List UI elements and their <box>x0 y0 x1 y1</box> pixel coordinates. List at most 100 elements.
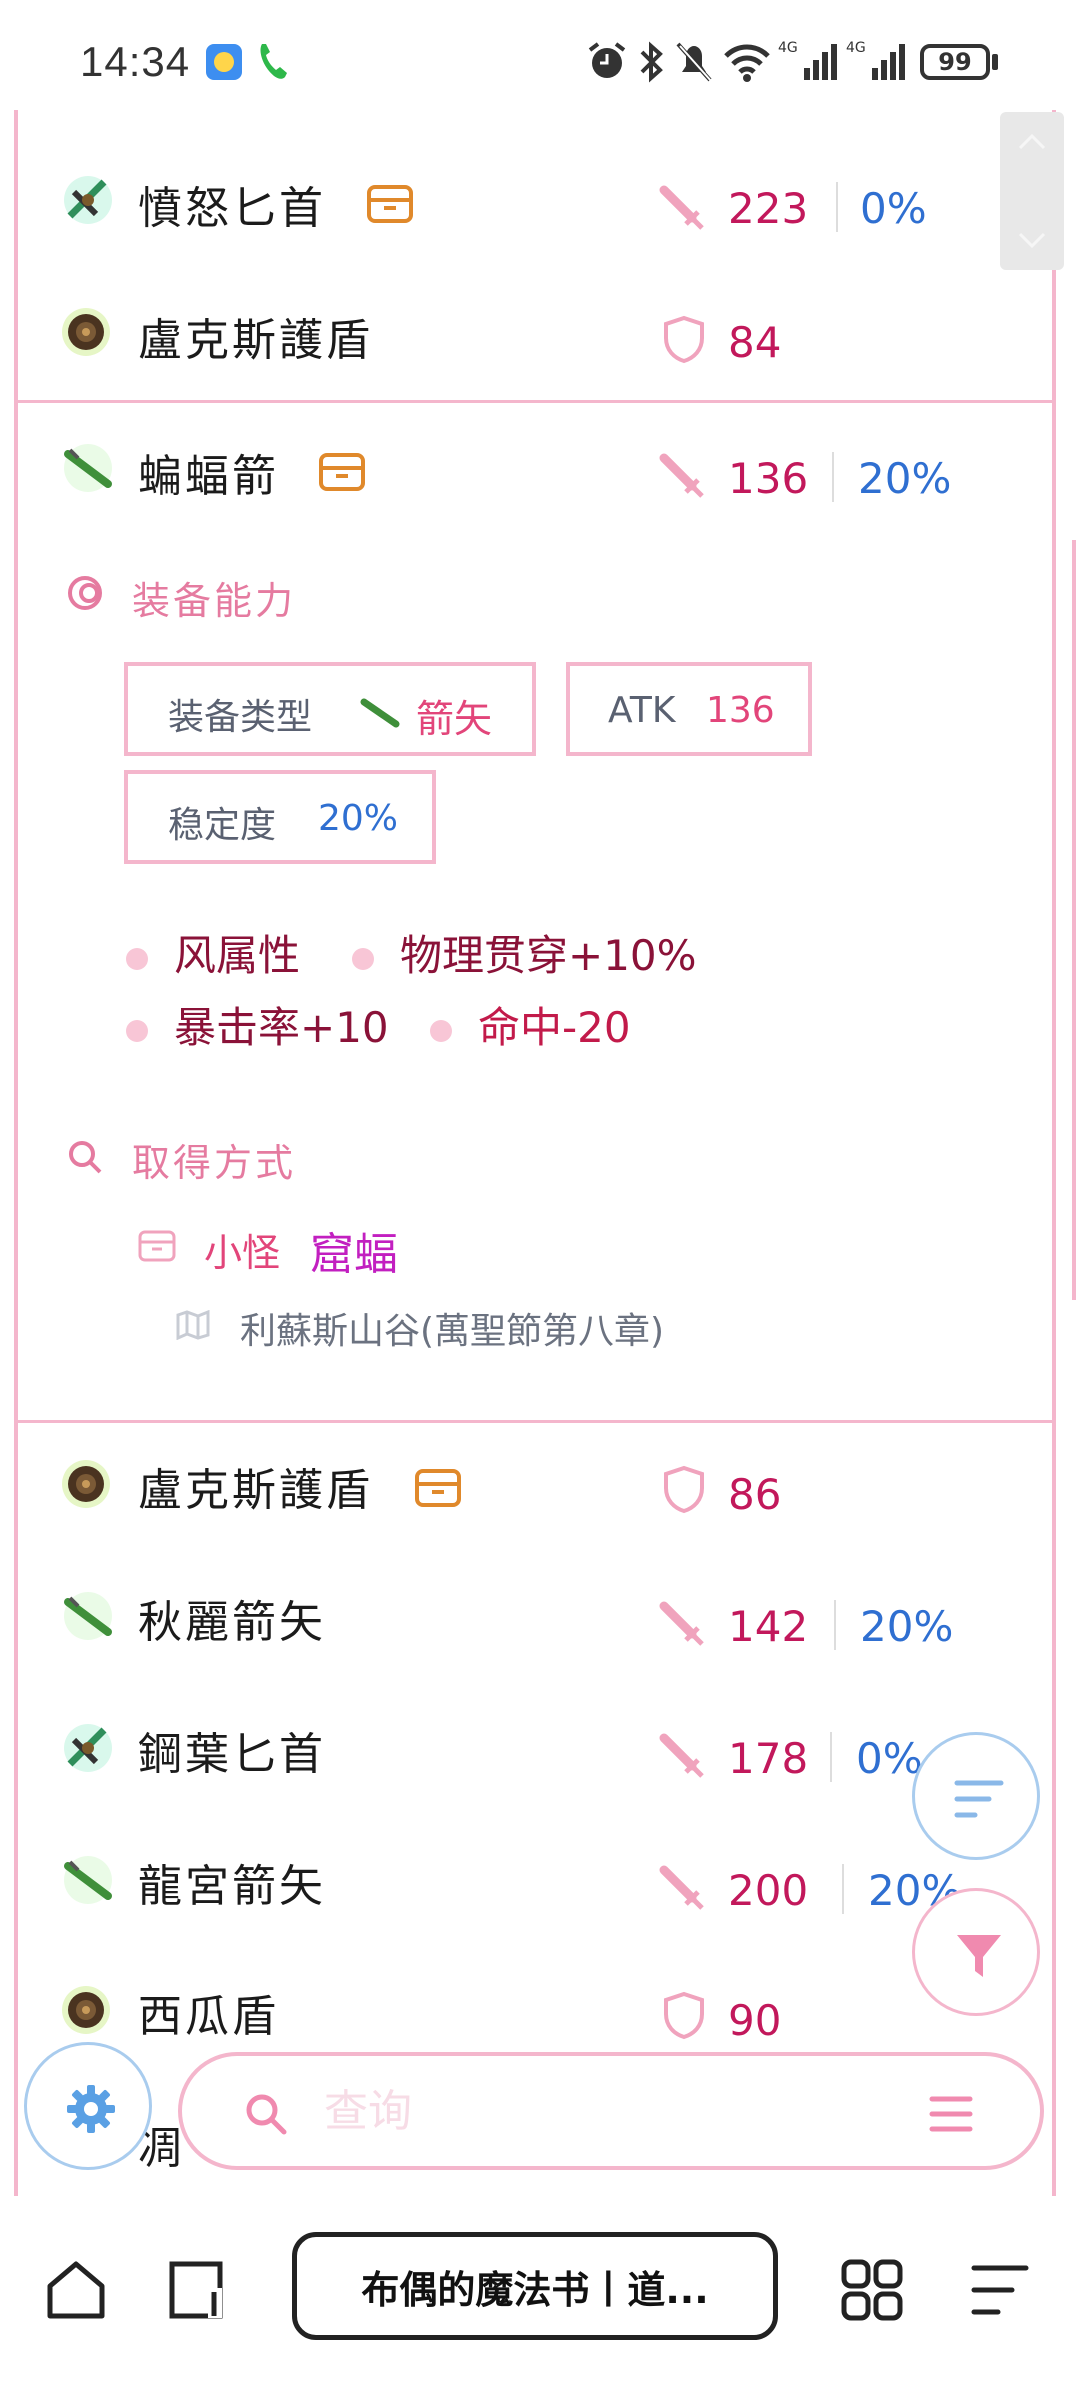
def-value: 86 <box>728 1470 782 1519</box>
attribute-item: 风属性 <box>174 931 301 980</box>
item-name: 盧克斯護盾 <box>138 315 373 366</box>
list-item[interactable]: 鋼葉匕首 178 0% <box>18 1698 1048 1808</box>
item-name: 西瓜盾 <box>138 1991 279 2042</box>
atk-value: 142 <box>728 1602 809 1651</box>
svg-text:4G: 4G <box>778 40 798 56</box>
section-title-acquire: 取得方式 <box>132 1141 297 1185</box>
wifi-icon <box>722 40 772 88</box>
bullet-dot <box>126 948 148 970</box>
search-input[interactable] <box>322 2078 886 2144</box>
list-item[interactable]: 龍宮箭矢 200 20% <box>18 1830 1048 1940</box>
alarm-icon <box>586 40 628 86</box>
arrow-item-icon <box>60 440 116 500</box>
section-title-ability: 装备能力 <box>132 579 297 623</box>
list-item[interactable]: 盧克斯護盾 86 <box>18 1434 1048 1544</box>
stability-value: 20% <box>860 1602 954 1651</box>
battery-level: 99 <box>938 48 972 76</box>
shield-item-icon <box>60 1984 112 2040</box>
scrollbar-thumb[interactable] <box>1000 112 1064 270</box>
browser-tab-title[interactable]: 布偶的魔法书丨道... <box>292 2232 778 2340</box>
stat-separator <box>832 452 834 502</box>
dagger-icon <box>60 1720 116 1780</box>
list-border-right <box>1052 110 1056 2220</box>
atk-value: 178 <box>728 1734 809 1783</box>
sort-button[interactable] <box>912 1732 1040 1860</box>
item-name: 憤怒匕首 <box>138 183 326 234</box>
sword-icon <box>658 184 704 234</box>
row-divider <box>18 400 1052 403</box>
item-name: 秋麗箭矢 <box>138 1597 326 1648</box>
item-name: 盧克斯護盾 <box>138 1465 373 1516</box>
apps-grid-icon[interactable] <box>840 2258 904 2326</box>
shield-item-icon <box>60 306 112 362</box>
battery-icon: 99 <box>920 44 990 80</box>
sword-icon <box>658 1732 704 1782</box>
box-icon <box>138 1230 176 1266</box>
signal-icon-2: 4G <box>846 38 908 88</box>
atk-value: 200 <box>728 1866 809 1915</box>
item-name: 蝙蝠箭 <box>138 451 279 502</box>
stability-value: 0% <box>860 184 927 233</box>
box-icon <box>414 1468 462 1512</box>
page-scroll-indicator <box>1072 540 1076 1300</box>
equip-type-box: 装备类型 箭矢 <box>124 662 536 756</box>
equip-type-label: 装备类型 <box>168 697 313 738</box>
sword-icon <box>658 452 704 502</box>
shield-icon <box>662 1990 706 2044</box>
status-bar: 14:34 4G 4G 99 <box>0 0 1080 110</box>
def-value: 90 <box>728 1996 782 2045</box>
sword-icon <box>658 1600 704 1650</box>
stability-label: 稳定度 <box>168 805 277 846</box>
item-name: 龍宮箭矢 <box>138 1861 326 1912</box>
browser-menu-icon[interactable] <box>970 2262 1030 2322</box>
acquire-location[interactable]: 利蘇斯山谷(萬聖節第八章) <box>240 1302 664 1354</box>
list-item[interactable]: 秋麗箭矢 142 20% <box>18 1566 1048 1676</box>
menu-icon[interactable] <box>928 2094 974 2138</box>
svg-text:4G: 4G <box>846 40 866 56</box>
sword-icon <box>658 1864 704 1914</box>
list-item[interactable]: 憤怒匕首 223 0% <box>18 150 1048 260</box>
mute-bell-icon <box>674 40 714 88</box>
bullet-dot <box>430 1020 452 1042</box>
acquire-monster[interactable]: 窟蝠 <box>310 1218 398 1282</box>
row-divider <box>18 1420 1052 1423</box>
box-icon <box>366 184 414 228</box>
atk-value: 223 <box>728 184 809 233</box>
search-bar[interactable] <box>178 2052 1044 2170</box>
atk-label: ATK <box>608 690 676 731</box>
search-small-icon <box>66 1138 104 1180</box>
shield-icon <box>662 1464 706 1518</box>
stability-box-value: 20% <box>318 798 399 839</box>
shield-icon <box>662 314 706 368</box>
bluetooth-icon <box>636 40 666 88</box>
acquire-type: 小怪 <box>204 1231 281 1275</box>
atk-box-value: 136 <box>706 690 775 731</box>
stat-separator <box>834 1600 836 1650</box>
box-icon <box>318 452 366 496</box>
map-icon <box>176 1309 210 1344</box>
tabs-icon[interactable] <box>168 2258 228 2326</box>
search-icon <box>244 2092 288 2140</box>
stat-separator <box>842 1864 844 1914</box>
stat-separator <box>830 1732 832 1782</box>
def-value: 84 <box>728 318 782 367</box>
bullet-dot <box>352 948 374 970</box>
atk-value: 136 <box>728 454 809 503</box>
item-name: 鋼葉匕首 <box>138 1729 326 1780</box>
shield-item-icon <box>60 1458 112 1514</box>
home-icon[interactable] <box>44 2258 108 2326</box>
list-item[interactable]: 盧克斯護盾 84 <box>18 282 1048 392</box>
stability-value: 20% <box>858 454 952 503</box>
gear-icon <box>67 2085 115 2133</box>
stability-value: 0% <box>856 1734 923 1783</box>
dagger-icon <box>60 172 116 232</box>
bullet-dot <box>126 1020 148 1042</box>
list-item-expanded[interactable]: 蝙蝠箭 136 20% <box>18 418 1048 528</box>
settings-button[interactable] <box>24 2042 152 2170</box>
atk-box: ATK 136 <box>566 662 812 756</box>
filter-button[interactable] <box>912 1888 1040 2016</box>
attribute-item: 物理贯穿+10% <box>400 931 697 980</box>
stability-box: 稳定度 20% <box>124 770 436 864</box>
status-time: 14:34 <box>80 38 191 85</box>
phone-call-icon <box>256 40 290 86</box>
